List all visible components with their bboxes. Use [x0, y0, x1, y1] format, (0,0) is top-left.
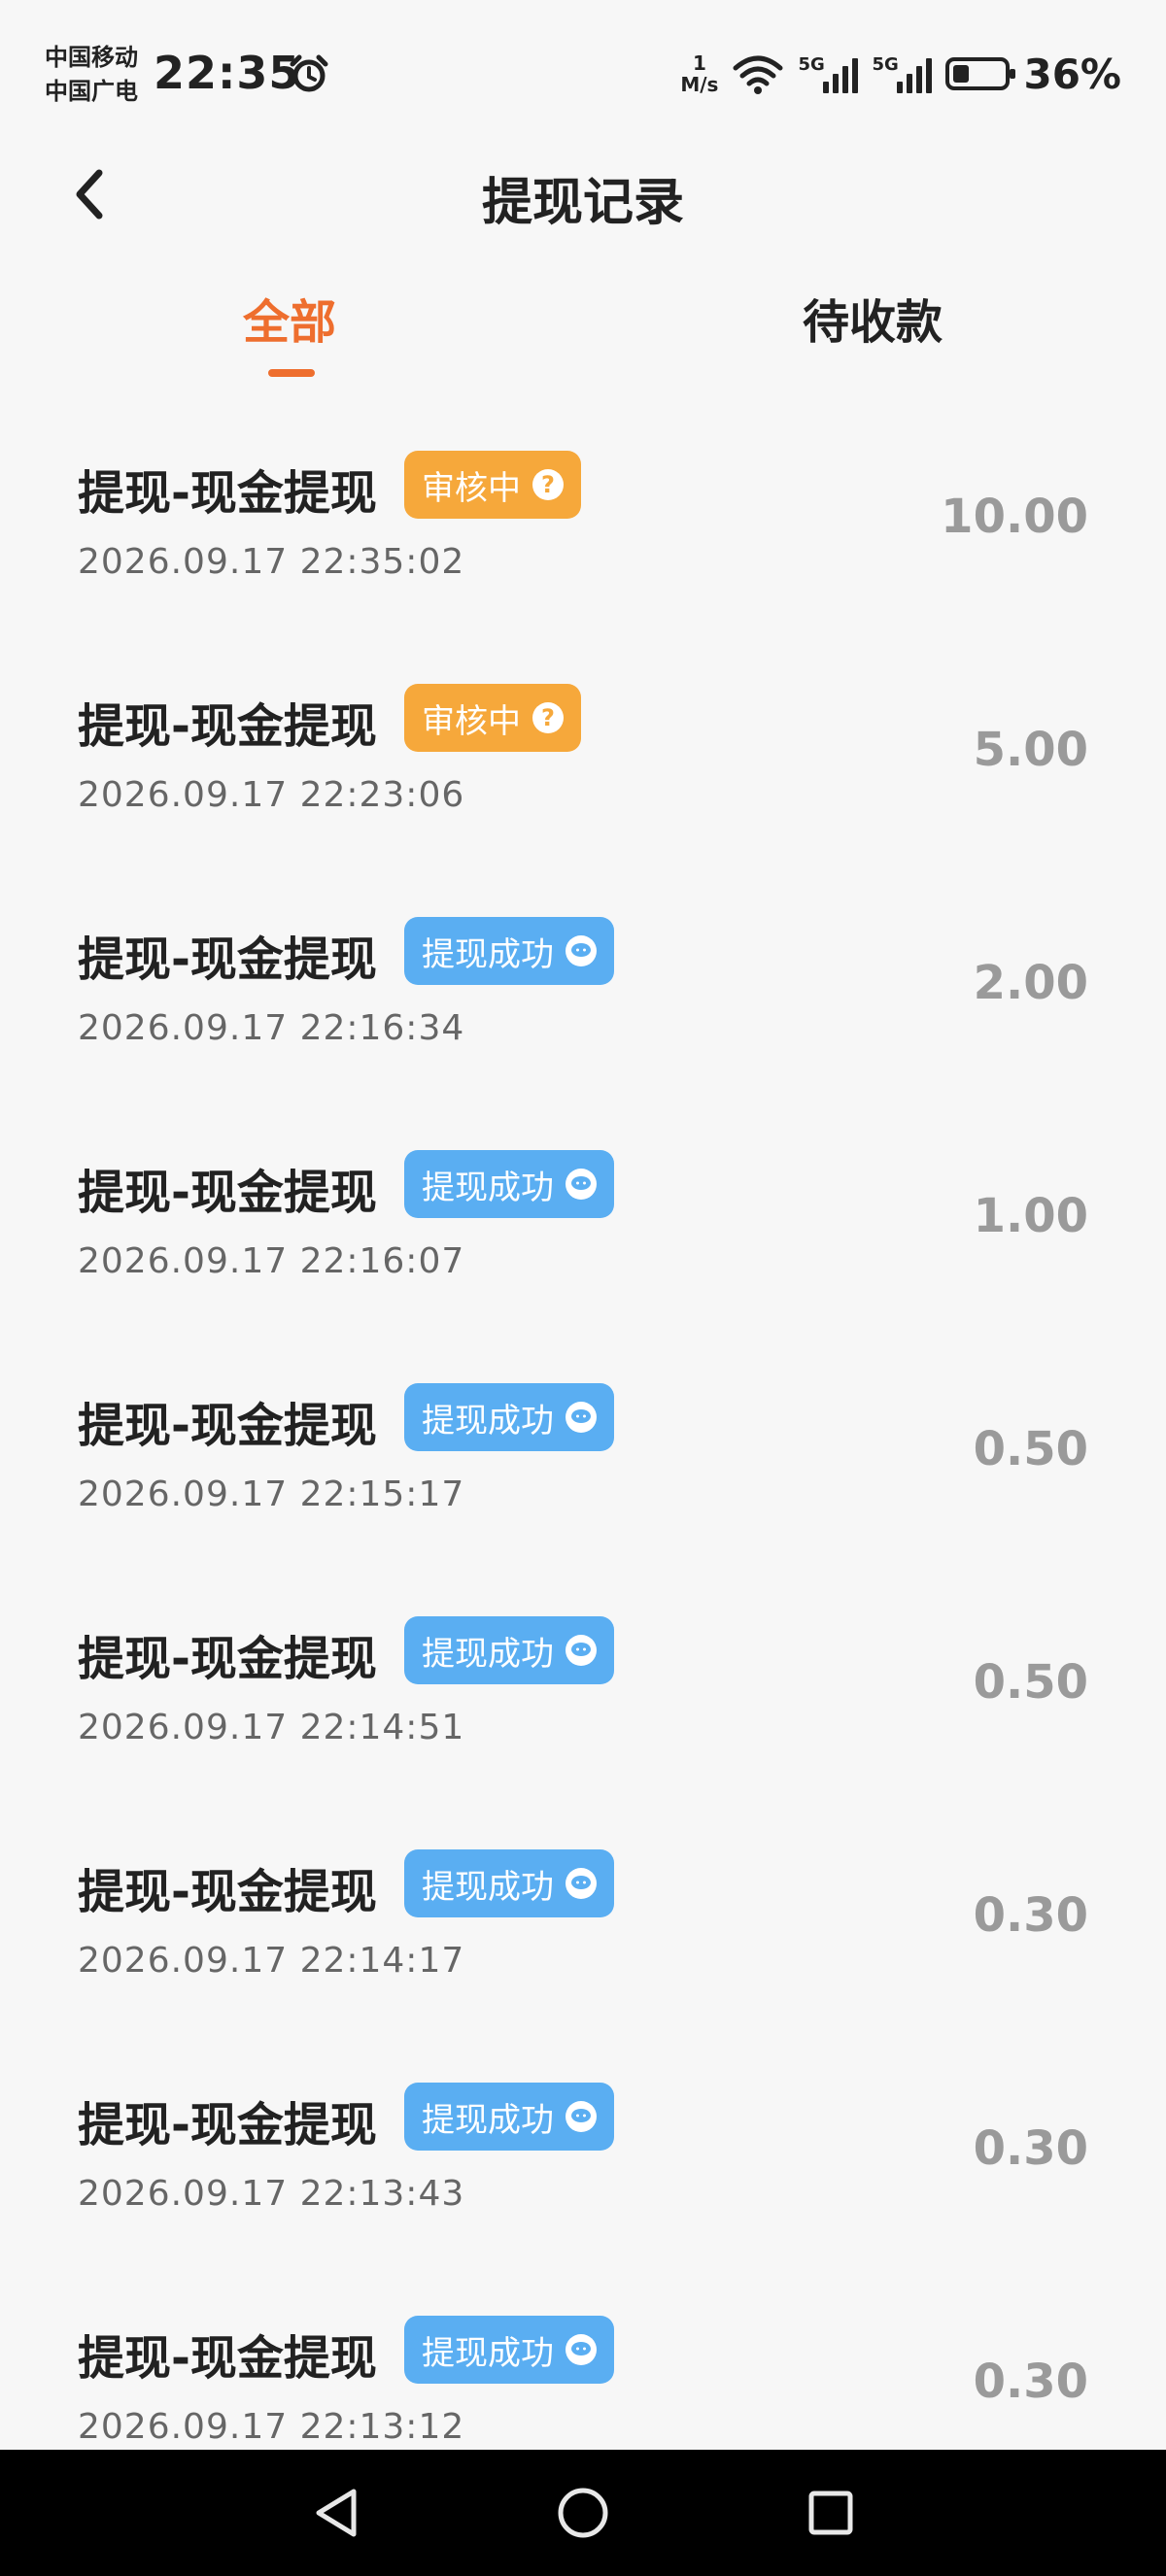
status-badge: 提现成功: [404, 2083, 614, 2151]
status-badge: 提现成功: [404, 1616, 614, 1684]
status-label: 提现成功: [422, 1168, 554, 1207]
status-badge: 提现成功: [404, 1150, 614, 1218]
carrier-1: 中国移动: [45, 44, 138, 71]
active-tab-indicator: [268, 369, 315, 377]
record-amount: 10.00: [941, 490, 1088, 544]
list-item[interactable]: 提现-现金提现 提现成功 2026.09.17 22:16:07 1.00: [0, 1107, 1166, 1340]
status-indicators: 1 M/s 5G 5G 36%: [680, 47, 1121, 101]
page-title: 提现记录: [481, 174, 684, 232]
battery-icon: [945, 57, 1016, 90]
record-title: 提现-现金提现: [78, 2098, 377, 2152]
record-amount: 5.00: [973, 723, 1088, 777]
wechat-icon: [566, 2101, 597, 2132]
status-time: 22:35: [154, 47, 301, 99]
record-amount: 2.00: [973, 956, 1088, 1010]
record-amount: 0.30: [973, 2355, 1088, 2409]
record-title: 提现-现金提现: [78, 1632, 377, 1686]
speed-unit: M/s: [680, 73, 719, 96]
list-item[interactable]: 提现-现金提现 提现成功 2026.09.17 22:14:51 0.50: [0, 1574, 1166, 1807]
record-title: 提现-现金提现: [78, 1865, 377, 1919]
status-label: 提现成功: [422, 1634, 554, 1674]
network-speed: 1 M/s: [680, 52, 718, 95]
home-circle-icon: [558, 2488, 608, 2538]
help-icon: ?: [532, 469, 564, 500]
status-label: 提现成功: [422, 1867, 554, 1907]
help-icon: ?: [532, 702, 564, 733]
signal-icon-2: 5G: [872, 54, 933, 93]
record-time: 2026.09.17 22:23:06: [78, 775, 465, 815]
wifi-icon: [733, 55, 783, 94]
record-time: 2026.09.17 22:13:12: [78, 2407, 465, 2447]
record-title: 提现-现金提现: [78, 1399, 377, 1453]
list-item[interactable]: 提现-现金提现 提现成功 2026.09.17 22:14:17 0.30: [0, 1807, 1166, 2040]
tab-pending-receipt[interactable]: 待收款: [803, 284, 943, 352]
wechat-icon: [566, 1169, 597, 1200]
tab-bar: 全部 待收款: [0, 272, 1166, 389]
record-title: 提现-现金提现: [78, 699, 377, 754]
status-badge: 提现成功: [404, 917, 614, 985]
status-label: 提现成功: [422, 2100, 554, 2140]
alarm-icon: [290, 54, 328, 92]
withdrawal-record-list: 提现-现金提现 审核中 ? 2026.09.17 22:35:02 10.00 …: [0, 408, 1166, 2506]
status-badge: 提现成功: [404, 1849, 614, 1917]
record-amount: 0.30: [973, 2121, 1088, 2176]
record-time: 2026.09.17 22:15:17: [78, 1474, 465, 1514]
nav-home-button[interactable]: [544, 2474, 622, 2552]
wechat-icon: [566, 1868, 597, 1899]
record-time: 2026.09.17 22:14:51: [78, 1708, 465, 1747]
status-badge: 提现成功: [404, 2316, 614, 2384]
list-item[interactable]: 提现-现金提现 提现成功 2026.09.17 22:13:43 0.30: [0, 2040, 1166, 2273]
record-amount: 0.50: [973, 1655, 1088, 1710]
signal-1-label: 5G: [798, 54, 825, 75]
list-item[interactable]: 提现-现金提现 审核中 ? 2026.09.17 22:23:06 5.00: [0, 641, 1166, 874]
record-amount: 1.00: [973, 1189, 1088, 1243]
status-bar: 中国移动 中国广电 22:35 1 M/s 5G 5G 36%: [0, 0, 1166, 146]
status-label: 提现成功: [422, 934, 554, 974]
status-label: 审核中: [422, 701, 521, 741]
status-label: 提现成功: [422, 2333, 554, 2373]
record-amount: 0.30: [973, 1888, 1088, 1943]
battery-percent: 36%: [1023, 50, 1121, 98]
recents-square-icon: [808, 2491, 853, 2535]
list-item[interactable]: 提现-现金提现 提现成功 2026.09.17 22:15:17 0.50: [0, 1340, 1166, 1574]
status-badge[interactable]: 审核中 ?: [404, 451, 581, 519]
record-time: 2026.09.17 22:14:17: [78, 1941, 465, 1981]
system-nav-bar: [0, 2450, 1166, 2576]
nav-back-button[interactable]: [296, 2474, 374, 2552]
status-label: 提现成功: [422, 1401, 554, 1441]
record-title: 提现-现金提现: [78, 2331, 377, 2386]
tab-all[interactable]: 全部: [243, 284, 336, 352]
status-label: 审核中: [422, 468, 521, 508]
wechat-icon: [566, 935, 597, 966]
wechat-icon: [566, 1635, 597, 1666]
record-title: 提现-现金提现: [78, 466, 377, 521]
status-badge[interactable]: 审核中 ?: [404, 684, 581, 752]
status-badge: 提现成功: [404, 1383, 614, 1451]
speed-value: 1: [692, 51, 706, 75]
wechat-icon: [566, 2334, 597, 2365]
record-time: 2026.09.17 22:35:02: [78, 542, 465, 582]
record-amount: 0.50: [973, 1422, 1088, 1476]
app-header: 提现记录: [0, 146, 1166, 243]
record-time: 2026.09.17 22:16:07: [78, 1241, 465, 1281]
signal-2-label: 5G: [872, 54, 899, 75]
record-title: 提现-现金提现: [78, 1166, 377, 1220]
list-item[interactable]: 提现-现金提现 提现成功 2026.09.17 22:16:34 2.00: [0, 874, 1166, 1107]
list-item[interactable]: 提现-现金提现 审核中 ? 2026.09.17 22:35:02 10.00: [0, 408, 1166, 641]
carrier-2: 中国广电: [45, 78, 138, 105]
wechat-icon: [566, 1402, 597, 1433]
record-title: 提现-现金提现: [78, 932, 377, 987]
back-triangle-icon: [316, 2489, 357, 2537]
signal-icon-1: 5G: [798, 54, 859, 93]
carrier-labels: 中国移动 中国广电: [45, 41, 138, 109]
record-time: 2026.09.17 22:13:43: [78, 2174, 465, 2214]
record-time: 2026.09.17 22:16:34: [78, 1008, 465, 1048]
nav-recents-button[interactable]: [792, 2474, 870, 2552]
